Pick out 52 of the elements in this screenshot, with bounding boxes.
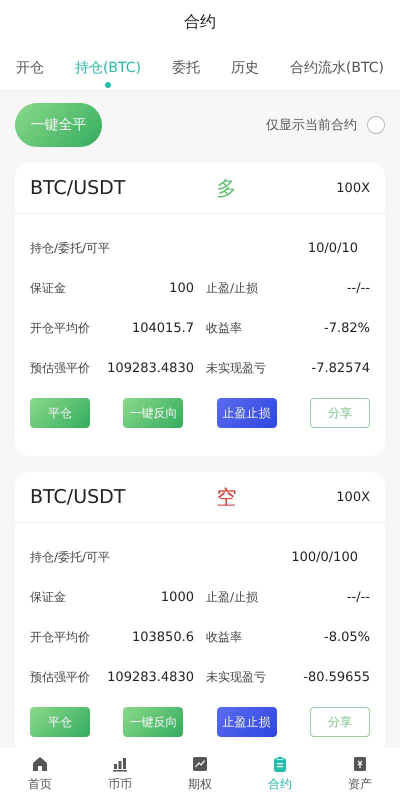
- field-label: 预估强平价: [30, 668, 91, 686]
- field-value: 10/0/10: [306, 240, 359, 258]
- tab[interactable]: 历史: [230, 45, 259, 90]
- leverage: 100X: [336, 490, 370, 504]
- chart-icon: [191, 755, 209, 773]
- tab[interactable]: 合约流水(BTC): [290, 45, 384, 90]
- field-label: 止盈/止损: [205, 588, 260, 606]
- field-value: 109283.4830: [110, 360, 194, 378]
- field-label: 保证金: [30, 588, 67, 606]
- position-side: 多: [215, 174, 238, 202]
- field-label: 持仓/委托/可平: [30, 240, 112, 256]
- tab[interactable]: 委托: [172, 45, 200, 90]
- field-label: 未实现盈亏: [205, 360, 267, 376]
- field-label: 预估强平价: [30, 360, 91, 376]
- document-icon: [351, 755, 369, 773]
- nav-item[interactable]: 资产: [330, 755, 390, 793]
- bar-chart-icon: [111, 755, 129, 773]
- field-label: 未实现盈亏: [205, 668, 267, 686]
- field-value: 104015.7: [130, 320, 194, 338]
- position-side: 空: [215, 484, 238, 510]
- clipboard-icon: [271, 755, 289, 773]
- field-value: -80.59655: [302, 668, 370, 686]
- pair-name: BTC/USDT: [30, 177, 126, 199]
- pair-name: BTC/USDT: [30, 486, 126, 508]
- field-value: -7.82%: [323, 320, 370, 338]
- field-value: --/--: [346, 280, 370, 298]
- field-label: 持仓/委托/可平: [30, 548, 112, 566]
- nav-item[interactable]: 首页: [10, 755, 70, 793]
- field-label: 收益率: [205, 628, 243, 646]
- field-value: 100: [168, 280, 194, 298]
- field-label: 止盈/止损: [205, 280, 260, 296]
- action-button[interactable]: 止盈止损: [216, 707, 277, 737]
- field-value: --/--: [346, 588, 370, 606]
- field-value: -8.05%: [323, 628, 370, 646]
- field-value: 100/0/100: [290, 548, 359, 566]
- field-label: 开仓平均价: [30, 320, 91, 336]
- nav-item[interactable]: 期权: [170, 755, 230, 793]
- field-label: 收益率: [205, 320, 243, 336]
- leverage: 100X: [336, 180, 370, 196]
- tab[interactable]: 开仓: [16, 45, 44, 90]
- nav-item[interactable]: 币币: [90, 755, 150, 793]
- filter-radio[interactable]: [367, 116, 385, 134]
- filter-label: 仅显示当前合约: [266, 117, 357, 134]
- field-label: 保证金: [30, 280, 67, 296]
- field-value: 103850.6: [130, 628, 194, 646]
- field-label: 开仓平均价: [30, 628, 91, 646]
- home-icon: [31, 755, 49, 773]
- page-title: 合约: [184, 12, 216, 33]
- field-value: 109283.4830: [110, 668, 194, 686]
- field-value: 1000: [160, 588, 194, 606]
- action-button[interactable]: 止盈止损: [216, 398, 277, 428]
- field-value: -7.82574: [310, 360, 370, 378]
